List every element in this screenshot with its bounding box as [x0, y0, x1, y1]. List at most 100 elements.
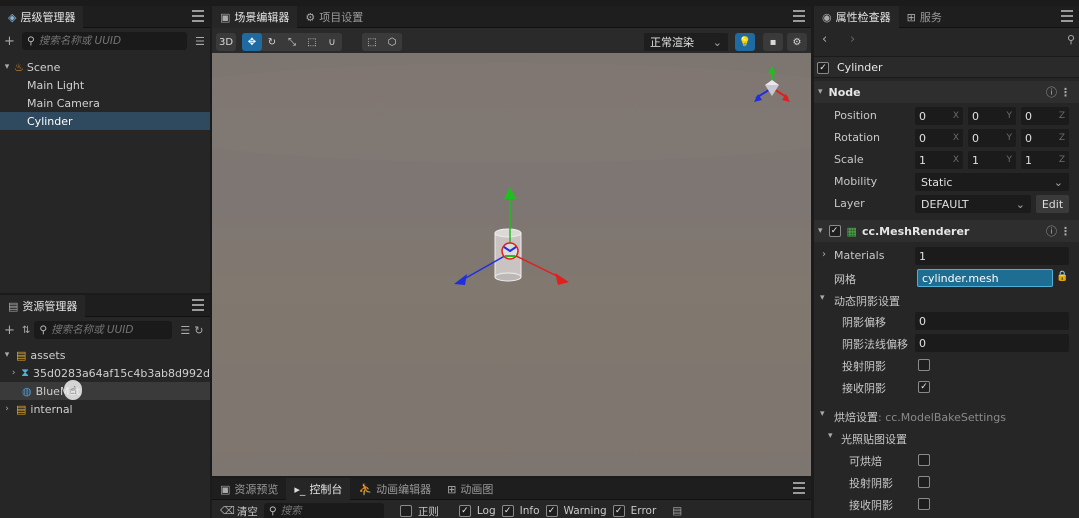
back-icon[interactable]: ‹: [822, 32, 827, 47]
cast-shadow-checkbox[interactable]: [918, 359, 930, 371]
chevron-down-icon[interactable]: ▾: [828, 431, 833, 441]
chevron-right-icon[interactable]: ›: [822, 249, 826, 260]
asset-item-internal[interactable]: › ▤ internal: [0, 400, 210, 418]
pin-icon[interactable]: ⚲: [1067, 33, 1075, 46]
bakeable-checkbox[interactable]: [918, 454, 930, 466]
chevron-down-icon[interactable]: ▾: [820, 293, 825, 303]
material-icon: ◍: [22, 384, 32, 398]
tab-hierarchy[interactable]: ◈ 层级管理器: [0, 6, 84, 28]
refresh-icon[interactable]: ↻: [194, 324, 203, 337]
more-icon[interactable]: ⋮: [1060, 86, 1071, 99]
mobility-select[interactable]: Static ⌄: [915, 173, 1069, 191]
add-asset-icon[interactable]: +: [4, 323, 18, 338]
assets-search[interactable]: ⚲: [34, 321, 173, 339]
scale-y-field[interactable]: 1Y: [968, 151, 1016, 169]
scene-settings-button[interactable]: ⚙: [787, 33, 807, 51]
shadow-normal-bias-field[interactable]: 0: [915, 334, 1069, 352]
asset-item-bluemat[interactable]: ◍ BlueMat ☝: [0, 380, 210, 400]
chevron-down-icon[interactable]: ▾: [2, 350, 12, 360]
rect-tool-button[interactable]: ⬚: [302, 33, 322, 51]
collapse-all-icon[interactable]: ☰: [195, 35, 205, 48]
add-node-icon[interactable]: +: [4, 34, 18, 49]
scene-toolbar: 3D ✥ ↻ ⤡ ⬚ ∪ ⬚ ⬡ 正常渲染 ⌄ 💡 ▪ ⚙: [212, 29, 811, 53]
tree-item-main-light[interactable]: Main Light: [0, 76, 210, 94]
layer-select[interactable]: DEFAULT ⌄: [915, 195, 1031, 213]
bake-cast-shadow-checkbox[interactable]: [918, 476, 930, 488]
chevron-down-icon[interactable]: ▾: [820, 409, 825, 419]
light-toggle-button[interactable]: 💡: [735, 33, 755, 51]
tab-asset-preview[interactable]: ▣ 资源预览: [212, 478, 286, 500]
mesh-renderer-header[interactable]: ▾ ✓ ▦ cc.MeshRenderer ⓘ ⋮: [814, 220, 1079, 242]
scale-tool-button[interactable]: ⤡: [282, 33, 302, 51]
filter-warning-checkbox[interactable]: ✓: [545, 505, 558, 517]
rotate-tool-button[interactable]: ↻: [262, 33, 282, 51]
collapse-all-icon[interactable]: ☰: [180, 324, 190, 337]
help-icon[interactable]: ⓘ: [1046, 223, 1057, 239]
receive-shadow-checkbox[interactable]: ✓: [918, 381, 930, 393]
rotation-x-field[interactable]: 0X: [915, 129, 963, 147]
tree-item-cylinder[interactable]: Cylinder: [0, 112, 210, 130]
lock-icon[interactable]: 🔒: [1056, 271, 1068, 282]
more-icon[interactable]: ⋮: [1060, 225, 1071, 238]
console-menu-icon[interactable]: [793, 482, 805, 494]
position-x-field[interactable]: 0X: [915, 107, 963, 125]
clear-button[interactable]: 清空: [237, 504, 258, 518]
shadow-bias-field[interactable]: 0: [915, 312, 1069, 330]
node-name[interactable]: Cylinder: [837, 61, 883, 74]
help-icon[interactable]: ⓘ: [1046, 84, 1057, 100]
tab-animation-editor[interactable]: ⛹ 动画编辑器: [350, 478, 439, 500]
hierarchy-search-input[interactable]: [38, 35, 159, 47]
console-search-input[interactable]: [280, 505, 371, 517]
node-section-header[interactable]: ▾ Node ⓘ ⋮: [814, 81, 1079, 103]
mesh-renderer-enabled-checkbox[interactable]: ✓: [828, 225, 841, 237]
asset-item-assets[interactable]: ▾ ▤ assets: [0, 346, 210, 364]
chevron-right-icon[interactable]: ›: [10, 368, 17, 378]
tab-console[interactable]: ▸_ 控制台: [286, 478, 351, 500]
rotation-y-field[interactable]: 0Y: [968, 129, 1016, 147]
document-icon[interactable]: ▤: [672, 505, 682, 517]
forward-icon[interactable]: ›: [850, 32, 855, 47]
filter-regex-checkbox[interactable]: [399, 505, 412, 517]
scale-x-field[interactable]: 1X: [915, 151, 963, 169]
mesh-asset-field[interactable]: cylinder.mesh: [917, 269, 1053, 287]
materials-count-field[interactable]: 1: [915, 247, 1069, 265]
position-z-field[interactable]: 0Z: [1021, 107, 1069, 125]
inspector-menu-icon[interactable]: [1061, 10, 1073, 22]
node-active-checkbox[interactable]: ✓: [817, 62, 829, 74]
layer-edit-button[interactable]: Edit: [1036, 195, 1069, 213]
assets-menu-icon[interactable]: [192, 299, 204, 311]
hierarchy-search[interactable]: ⚲: [22, 32, 187, 50]
chevron-down-icon[interactable]: ▾: [2, 62, 12, 72]
tab-inspector[interactable]: ◉ 属性检查器: [814, 6, 899, 28]
tab-services[interactable]: ⊞ 服务: [899, 6, 950, 28]
filter-error-checkbox[interactable]: ✓: [612, 505, 625, 517]
pivot-button[interactable]: ⬚: [362, 33, 382, 51]
snap-tool-button[interactable]: ∪: [322, 33, 342, 51]
assets-search-input[interactable]: [51, 324, 152, 336]
filter-log-checkbox[interactable]: ✓: [458, 505, 471, 517]
scale-z-field[interactable]: 1Z: [1021, 151, 1069, 169]
mode-3d-button[interactable]: 3D: [216, 33, 236, 51]
chevron-right-icon[interactable]: ›: [2, 404, 12, 414]
sort-icon[interactable]: ⇅: [22, 325, 30, 336]
scene-viewport[interactable]: [212, 53, 811, 476]
tab-scene-editor[interactable]: ▣ 场景编辑器: [212, 6, 298, 28]
scene-menu-icon[interactable]: [793, 10, 805, 22]
tree-item-scene[interactable]: ▾ ♨ Scene: [0, 58, 210, 76]
clear-icon[interactable]: ⌫: [220, 505, 235, 517]
rotation-z-field[interactable]: 0Z: [1021, 129, 1069, 147]
position-y-field[interactable]: 0Y: [968, 107, 1016, 125]
render-mode-select[interactable]: 正常渲染 ⌄: [644, 33, 728, 51]
camera-button[interactable]: ▪: [763, 33, 783, 51]
tab-project-settings[interactable]: ⚙ 项目设置: [297, 6, 371, 28]
hierarchy-menu-icon[interactable]: [192, 10, 204, 22]
asset-item-folder[interactable]: › ⧗ 35d0283a64af15c4b3ab8d992d: [0, 364, 210, 382]
console-search[interactable]: ⚲: [263, 503, 384, 518]
bake-receive-shadow-checkbox[interactable]: [918, 498, 930, 510]
tab-animation-graph[interactable]: ⊞ 动画图: [439, 478, 501, 500]
tree-item-main-camera[interactable]: Main Camera: [0, 94, 210, 112]
local-space-button[interactable]: ⬡: [382, 33, 402, 51]
move-tool-button[interactable]: ✥: [242, 33, 262, 51]
filter-info-checkbox[interactable]: ✓: [501, 505, 514, 517]
tab-assets[interactable]: ▤ 资源管理器: [0, 295, 86, 317]
